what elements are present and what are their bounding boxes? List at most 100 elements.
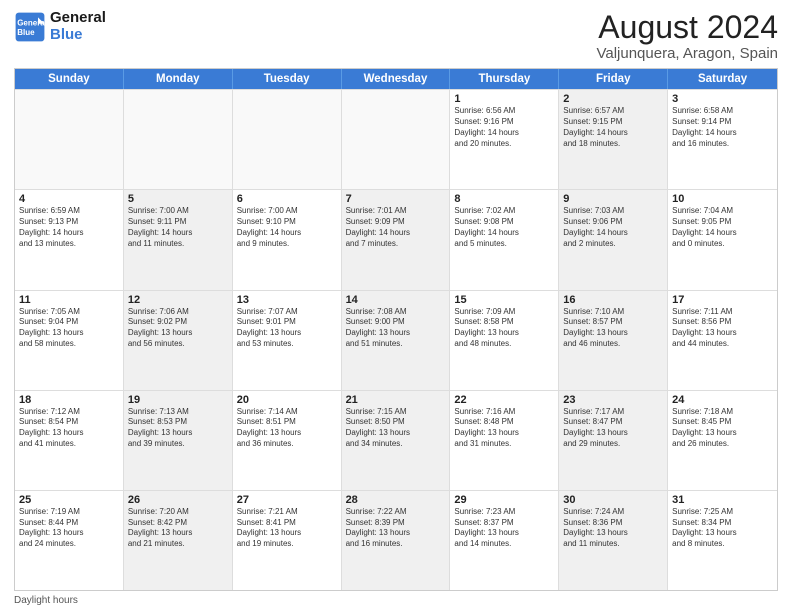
calendar-cell: 29Sunrise: 7:23 AM Sunset: 8:37 PM Dayli…	[450, 491, 559, 590]
calendar-row-2: 11Sunrise: 7:05 AM Sunset: 9:04 PM Dayli…	[15, 290, 777, 390]
day-info: Sunrise: 7:12 AM Sunset: 8:54 PM Dayligh…	[19, 407, 119, 450]
calendar-cell	[342, 90, 451, 189]
day-info: Sunrise: 7:04 AM Sunset: 9:05 PM Dayligh…	[672, 206, 773, 249]
weekday-header-saturday: Saturday	[668, 69, 777, 89]
calendar-cell: 3Sunrise: 6:58 AM Sunset: 9:14 PM Daylig…	[668, 90, 777, 189]
calendar-title: August 2024	[596, 10, 778, 45]
logo: General Blue General Blue	[14, 10, 106, 43]
page: General Blue General Blue August 2024 Va…	[0, 0, 792, 612]
day-info: Sunrise: 7:07 AM Sunset: 9:01 PM Dayligh…	[237, 307, 337, 350]
day-info: Sunrise: 6:58 AM Sunset: 9:14 PM Dayligh…	[672, 106, 773, 149]
day-number: 30	[563, 494, 663, 506]
calendar-cell: 11Sunrise: 7:05 AM Sunset: 9:04 PM Dayli…	[15, 291, 124, 390]
day-info: Sunrise: 7:03 AM Sunset: 9:06 PM Dayligh…	[563, 206, 663, 249]
day-number: 1	[454, 93, 554, 105]
calendar-cell: 1Sunrise: 6:56 AM Sunset: 9:16 PM Daylig…	[450, 90, 559, 189]
calendar-cell: 20Sunrise: 7:14 AM Sunset: 8:51 PM Dayli…	[233, 391, 342, 490]
calendar-cell	[233, 90, 342, 189]
day-info: Sunrise: 7:23 AM Sunset: 8:37 PM Dayligh…	[454, 507, 554, 550]
calendar-cell: 8Sunrise: 7:02 AM Sunset: 9:08 PM Daylig…	[450, 190, 559, 289]
day-info: Sunrise: 7:06 AM Sunset: 9:02 PM Dayligh…	[128, 307, 228, 350]
day-number: 13	[237, 294, 337, 306]
calendar-cell: 9Sunrise: 7:03 AM Sunset: 9:06 PM Daylig…	[559, 190, 668, 289]
calendar-cell: 2Sunrise: 6:57 AM Sunset: 9:15 PM Daylig…	[559, 90, 668, 189]
header: General Blue General Blue August 2024 Va…	[14, 10, 778, 62]
calendar-row-0: 1Sunrise: 6:56 AM Sunset: 9:16 PM Daylig…	[15, 89, 777, 189]
day-info: Sunrise: 7:00 AM Sunset: 9:11 PM Dayligh…	[128, 206, 228, 249]
footer: Daylight hours	[14, 595, 778, 606]
day-info: Sunrise: 7:02 AM Sunset: 9:08 PM Dayligh…	[454, 206, 554, 249]
weekday-header-monday: Monday	[124, 69, 233, 89]
calendar-cell: 16Sunrise: 7:10 AM Sunset: 8:57 PM Dayli…	[559, 291, 668, 390]
day-number: 5	[128, 193, 228, 205]
calendar-cell: 31Sunrise: 7:25 AM Sunset: 8:34 PM Dayli…	[668, 491, 777, 590]
calendar-cell: 17Sunrise: 7:11 AM Sunset: 8:56 PM Dayli…	[668, 291, 777, 390]
calendar-cell: 13Sunrise: 7:07 AM Sunset: 9:01 PM Dayli…	[233, 291, 342, 390]
day-number: 6	[237, 193, 337, 205]
calendar-cell: 4Sunrise: 6:59 AM Sunset: 9:13 PM Daylig…	[15, 190, 124, 289]
day-number: 16	[563, 294, 663, 306]
calendar-row-4: 25Sunrise: 7:19 AM Sunset: 8:44 PM Dayli…	[15, 490, 777, 590]
day-info: Sunrise: 7:14 AM Sunset: 8:51 PM Dayligh…	[237, 407, 337, 450]
day-number: 3	[672, 93, 773, 105]
day-info: Sunrise: 7:15 AM Sunset: 8:50 PM Dayligh…	[346, 407, 446, 450]
calendar-cell: 15Sunrise: 7:09 AM Sunset: 8:58 PM Dayli…	[450, 291, 559, 390]
title-block: August 2024 Valjunquera, Aragon, Spain	[596, 10, 778, 62]
calendar-subtitle: Valjunquera, Aragon, Spain	[596, 45, 778, 62]
calendar-header: SundayMondayTuesdayWednesdayThursdayFrid…	[15, 69, 777, 89]
day-number: 18	[19, 394, 119, 406]
calendar-body: 1Sunrise: 6:56 AM Sunset: 9:16 PM Daylig…	[15, 89, 777, 590]
calendar-cell: 26Sunrise: 7:20 AM Sunset: 8:42 PM Dayli…	[124, 491, 233, 590]
day-info: Sunrise: 7:25 AM Sunset: 8:34 PM Dayligh…	[672, 507, 773, 550]
day-number: 11	[19, 294, 119, 306]
calendar-cell: 27Sunrise: 7:21 AM Sunset: 8:41 PM Dayli…	[233, 491, 342, 590]
day-info: Sunrise: 7:00 AM Sunset: 9:10 PM Dayligh…	[237, 206, 337, 249]
calendar-cell: 21Sunrise: 7:15 AM Sunset: 8:50 PM Dayli…	[342, 391, 451, 490]
day-info: Sunrise: 7:24 AM Sunset: 8:36 PM Dayligh…	[563, 507, 663, 550]
calendar-cell: 7Sunrise: 7:01 AM Sunset: 9:09 PM Daylig…	[342, 190, 451, 289]
day-info: Sunrise: 7:22 AM Sunset: 8:39 PM Dayligh…	[346, 507, 446, 550]
calendar-cell: 19Sunrise: 7:13 AM Sunset: 8:53 PM Dayli…	[124, 391, 233, 490]
day-info: Sunrise: 7:17 AM Sunset: 8:47 PM Dayligh…	[563, 407, 663, 450]
logo-icon: General Blue	[14, 11, 46, 43]
day-number: 31	[672, 494, 773, 506]
calendar-cell: 14Sunrise: 7:08 AM Sunset: 9:00 PM Dayli…	[342, 291, 451, 390]
logo-wordmark: General Blue	[50, 10, 106, 43]
calendar-cell: 30Sunrise: 7:24 AM Sunset: 8:36 PM Dayli…	[559, 491, 668, 590]
day-number: 25	[19, 494, 119, 506]
day-number: 22	[454, 394, 554, 406]
day-number: 7	[346, 193, 446, 205]
day-number: 27	[237, 494, 337, 506]
day-number: 29	[454, 494, 554, 506]
day-number: 15	[454, 294, 554, 306]
day-info: Sunrise: 6:57 AM Sunset: 9:15 PM Dayligh…	[563, 106, 663, 149]
calendar-cell: 22Sunrise: 7:16 AM Sunset: 8:48 PM Dayli…	[450, 391, 559, 490]
day-info: Sunrise: 6:59 AM Sunset: 9:13 PM Dayligh…	[19, 206, 119, 249]
day-info: Sunrise: 7:19 AM Sunset: 8:44 PM Dayligh…	[19, 507, 119, 550]
day-info: Sunrise: 7:11 AM Sunset: 8:56 PM Dayligh…	[672, 307, 773, 350]
day-info: Sunrise: 7:18 AM Sunset: 8:45 PM Dayligh…	[672, 407, 773, 450]
day-number: 10	[672, 193, 773, 205]
calendar-cell: 6Sunrise: 7:00 AM Sunset: 9:10 PM Daylig…	[233, 190, 342, 289]
day-number: 9	[563, 193, 663, 205]
day-info: Sunrise: 7:10 AM Sunset: 8:57 PM Dayligh…	[563, 307, 663, 350]
weekday-header-tuesday: Tuesday	[233, 69, 342, 89]
day-number: 17	[672, 294, 773, 306]
day-number: 12	[128, 294, 228, 306]
day-number: 26	[128, 494, 228, 506]
calendar-cell: 18Sunrise: 7:12 AM Sunset: 8:54 PM Dayli…	[15, 391, 124, 490]
day-info: Sunrise: 7:16 AM Sunset: 8:48 PM Dayligh…	[454, 407, 554, 450]
day-info: Sunrise: 7:05 AM Sunset: 9:04 PM Dayligh…	[19, 307, 119, 350]
calendar-cell: 5Sunrise: 7:00 AM Sunset: 9:11 PM Daylig…	[124, 190, 233, 289]
day-number: 21	[346, 394, 446, 406]
day-info: Sunrise: 7:21 AM Sunset: 8:41 PM Dayligh…	[237, 507, 337, 550]
day-number: 23	[563, 394, 663, 406]
calendar-cell	[124, 90, 233, 189]
day-number: 14	[346, 294, 446, 306]
day-number: 20	[237, 394, 337, 406]
calendar-cell: 10Sunrise: 7:04 AM Sunset: 9:05 PM Dayli…	[668, 190, 777, 289]
calendar: SundayMondayTuesdayWednesdayThursdayFrid…	[14, 68, 778, 591]
weekday-header-thursday: Thursday	[450, 69, 559, 89]
day-number: 19	[128, 394, 228, 406]
day-number: 24	[672, 394, 773, 406]
